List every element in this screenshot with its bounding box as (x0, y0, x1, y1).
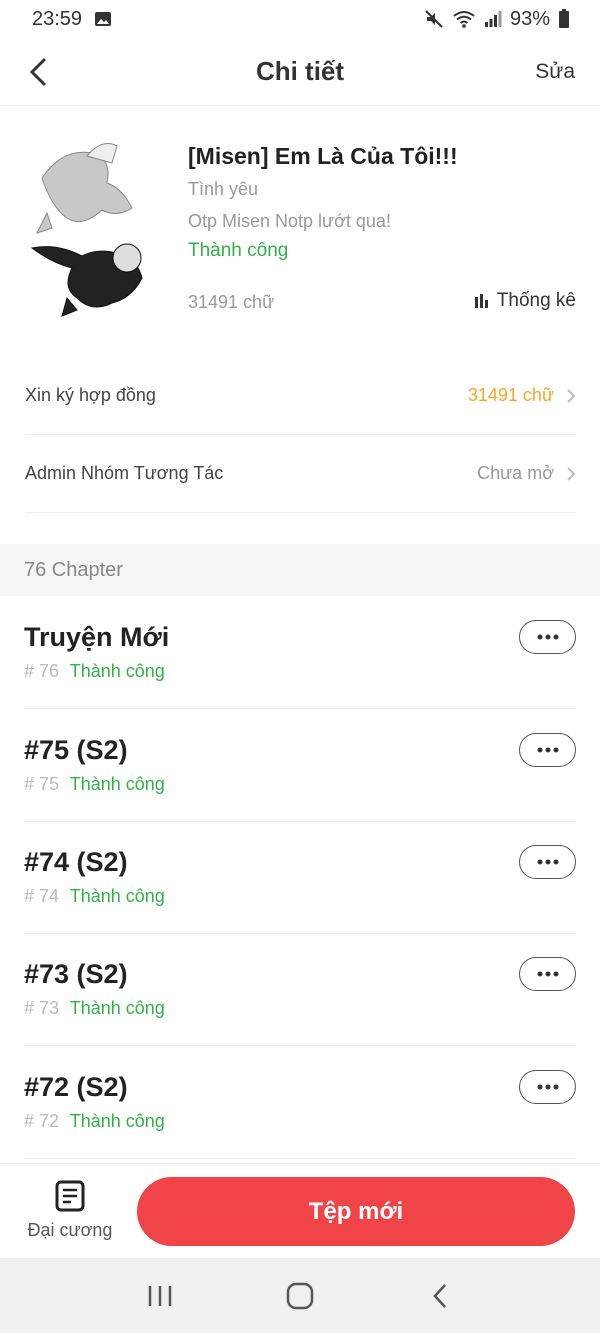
chapter-title: #73 (S2) (24, 959, 128, 989)
chapter-item[interactable]: #75 (S2) # 75 Thành công (24, 709, 576, 822)
statistics-label: Thống kê (496, 290, 576, 311)
chapter-status: Thành công (69, 661, 165, 681)
chapter-item[interactable]: #72 (S2) # 72 Thành công (24, 1046, 576, 1159)
chapter-status: Thành công (69, 774, 165, 794)
chapter-title: #72 (S2) (24, 1072, 128, 1102)
more-options-button[interactable] (519, 1070, 576, 1104)
edit-button[interactable]: Sửa (535, 60, 575, 84)
book-cover-image[interactable] (22, 138, 162, 322)
chapter-number: # 74 (24, 886, 60, 906)
system-back-button[interactable] (410, 1266, 470, 1326)
chapter-item[interactable]: Truyện Mới # 76 Thành công (24, 596, 576, 709)
admin-group-label: Admin Nhóm Tương Tác (25, 463, 224, 483)
book-info-card: [Misen] Em Là Của Tôi!!! Tình yêu Otp Mi… (0, 106, 600, 344)
book-genre: Tình yêu (188, 179, 259, 199)
home-button[interactable] (270, 1266, 330, 1326)
more-horizontal-icon (537, 971, 558, 977)
contract-value: 31491 chữ (467, 385, 554, 405)
chapter-title: #74 (S2) (24, 847, 128, 877)
chapter-meta: # 76 Thành công (24, 661, 165, 682)
bottom-action-bar: Đại cương Tệp mới (0, 1163, 600, 1258)
chapter-status: Thành công (69, 886, 165, 906)
chapter-status: Thành công (69, 998, 165, 1018)
chapter-number: # 73 (24, 998, 60, 1018)
chapter-meta: # 73 Thành công (24, 998, 165, 1019)
home-icon (286, 1282, 314, 1309)
chapter-number: # 76 (24, 661, 60, 681)
chapter-count-header: 76 Chapter (0, 544, 600, 596)
chapter-meta: # 74 Thành công (24, 886, 165, 907)
contract-label: Xin ký hợp đồng (25, 385, 156, 405)
book-status: Thành công (188, 240, 289, 261)
chapter-item[interactable]: #73 (S2) # 73 Thành công (24, 933, 576, 1046)
battery-percent: 93% (509, 7, 550, 30)
admin-group-row[interactable]: Admin Nhóm Tương Tác Chưa mở (25, 435, 576, 513)
chapter-meta: # 75 Thành công (24, 774, 165, 795)
book-word-count: 31491 chữ (188, 292, 275, 312)
chapter-title: #75 (S2) (24, 735, 128, 765)
new-file-button[interactable]: Tệp mới (137, 1177, 575, 1246)
chevron-right-icon (567, 466, 576, 481)
top-app-bar: Chi tiết Sửa (0, 38, 600, 106)
more-options-button[interactable] (519, 957, 576, 991)
statistics-button[interactable]: Thống kê (474, 290, 576, 312)
status-bar: 23:59 93% (0, 0, 600, 38)
book-description: Otp Misen Notp lướt qua! (188, 211, 391, 231)
battery-icon (558, 9, 570, 29)
signal-icon (484, 11, 502, 27)
bar-chart-icon (474, 294, 488, 308)
more-horizontal-icon (537, 634, 558, 640)
system-navigation-bar (0, 1258, 600, 1333)
more-options-button[interactable] (519, 620, 576, 654)
chapter-item[interactable]: #74 (S2) # 74 Thành công (24, 821, 576, 934)
more-options-button[interactable] (519, 733, 576, 767)
status-time: 23:59 (32, 7, 83, 30)
chapter-status: Thành công (69, 1111, 165, 1131)
recent-apps-icon (148, 1285, 172, 1306)
mute-icon (424, 9, 444, 29)
chapter-title: Truyện Mới (24, 622, 170, 652)
gallery-icon (94, 11, 112, 27)
admin-group-value: Chưa mở (477, 463, 554, 483)
outline-label: Đại cương (27, 1220, 113, 1240)
more-horizontal-icon (537, 1084, 558, 1090)
outline-button[interactable]: Đại cương (20, 1180, 120, 1250)
more-options-button[interactable] (519, 845, 576, 879)
wifi-icon (452, 9, 476, 29)
document-list-icon (55, 1180, 85, 1212)
recent-apps-button[interactable] (130, 1266, 190, 1326)
page-title: Chi tiết (255, 56, 345, 86)
chapter-number: # 75 (24, 774, 60, 794)
chapter-number: # 72 (24, 1111, 60, 1131)
chapter-meta: # 72 Thành công (24, 1111, 165, 1132)
more-horizontal-icon (537, 859, 558, 865)
chevron-right-icon (567, 388, 576, 403)
chapter-count-label: 76 Chapter (24, 558, 123, 581)
book-title: [Misen] Em Là Của Tôi!!! (188, 143, 458, 169)
back-icon (433, 1283, 446, 1308)
contract-row[interactable]: Xin ký hợp đồng 31491 chữ (25, 357, 576, 435)
more-horizontal-icon (537, 747, 558, 753)
